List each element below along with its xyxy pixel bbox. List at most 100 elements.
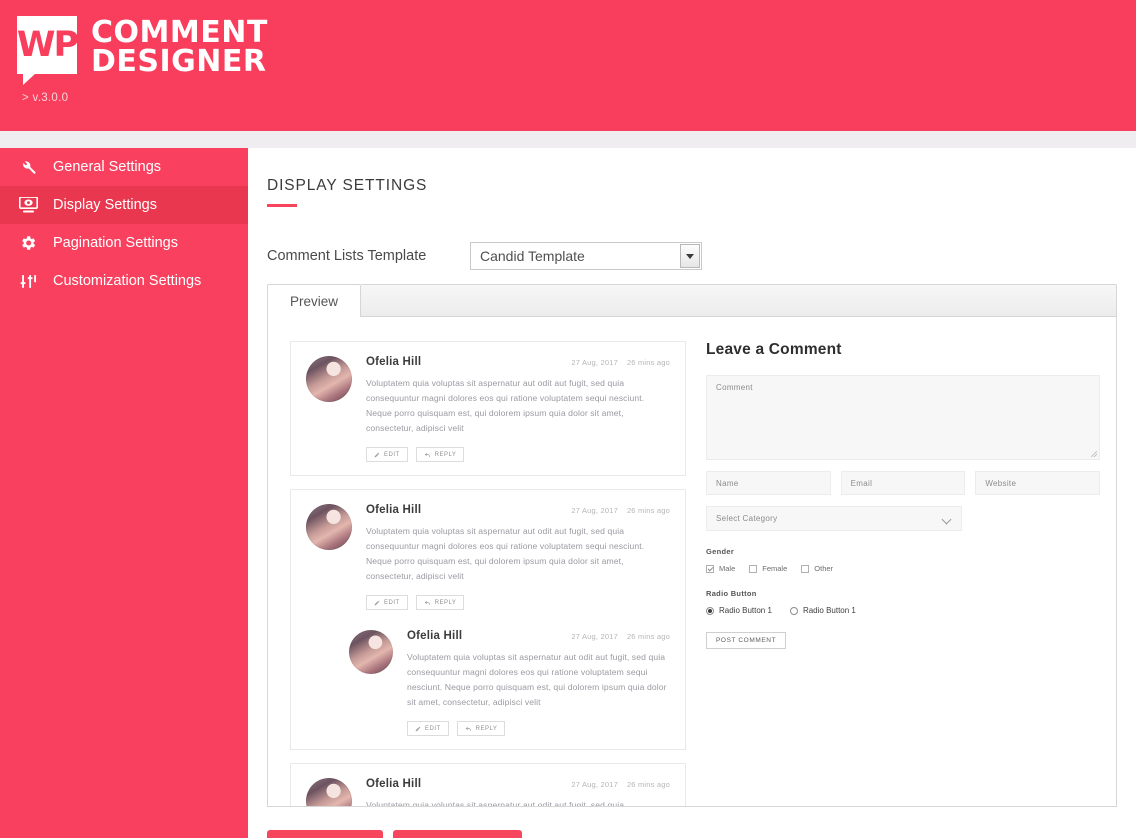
template-select-row: Comment Lists Template Candid Template bbox=[267, 242, 1136, 270]
sidebar-nav: General Settings Display Settings Pagina… bbox=[0, 148, 248, 838]
main-content: DISPLAY SETTINGS Comment Lists Template … bbox=[248, 148, 1136, 838]
gender-option-female[interactable]: Female bbox=[749, 564, 787, 573]
pencil-icon bbox=[374, 600, 380, 606]
reply-label: REPLY bbox=[434, 599, 457, 606]
post-comment-button[interactable]: POST COMMENT bbox=[706, 632, 787, 649]
comment-author: Ofelia Hill bbox=[366, 504, 422, 517]
footer-actions: Save Options Restore Default bbox=[267, 830, 1136, 838]
app-root: WP COMMENT DESIGNER > v.3.0.0 General Se… bbox=[0, 0, 1136, 838]
radio-group-label: Radio Button bbox=[706, 589, 757, 598]
comment-list: Ofelia Hill 27 Aug, 2017 26 mins ago Vol… bbox=[268, 341, 686, 806]
email-input[interactable]: Email bbox=[840, 471, 966, 495]
edit-label: EDIT bbox=[384, 599, 400, 606]
name-input[interactable]: Name bbox=[706, 471, 831, 495]
sidebar-item-customization-settings[interactable]: Customization Settings bbox=[0, 262, 248, 300]
preview-tabstrip: Preview bbox=[267, 284, 1117, 317]
brand-header: WP COMMENT DESIGNER > v.3.0.0 bbox=[0, 0, 1136, 131]
comment-author: Ofelia Hill bbox=[366, 356, 422, 368]
wp-logo-mark: WP bbox=[16, 16, 79, 85]
comment-item: Ofelia Hill 27 Aug, 2017 26 mins ago Vol… bbox=[290, 341, 686, 477]
website-input[interactable]: Website bbox=[975, 471, 1101, 495]
pencil-icon bbox=[374, 452, 380, 458]
comment-reply-item: Ofelia Hill 27 Aug, 2017 26 mins ago Vol… bbox=[349, 630, 670, 737]
comment-date: 27 Aug, 2017 bbox=[571, 780, 618, 790]
radio-option-2[interactable]: Radio Button 1 bbox=[789, 606, 856, 615]
sidebar-item-display-settings[interactable]: Display Settings bbox=[0, 186, 248, 224]
comment-textarea[interactable]: Comment bbox=[706, 375, 1100, 460]
gender-option-label: Male bbox=[719, 564, 736, 573]
avatar bbox=[349, 630, 393, 675]
reply-arrow-icon bbox=[465, 726, 472, 732]
comment-lists-template-select[interactable]: Candid Template bbox=[470, 242, 702, 270]
save-options-button[interactable]: Save Options bbox=[267, 830, 384, 838]
identity-fields: Name Email Website bbox=[706, 471, 1101, 495]
radio-icon[interactable] bbox=[706, 606, 714, 615]
restore-default-button[interactable]: Restore Default bbox=[393, 830, 523, 838]
checkbox-icon[interactable] bbox=[749, 564, 758, 573]
sidebar-item-label: Customization Settings bbox=[53, 273, 202, 289]
checkbox-icon[interactable] bbox=[706, 564, 714, 573]
reply-button[interactable]: REPLY bbox=[415, 595, 465, 611]
edit-label: EDIT bbox=[425, 725, 441, 732]
sidebar-item-general-settings[interactable]: General Settings bbox=[0, 148, 248, 186]
reply-button[interactable]: REPLY bbox=[456, 721, 506, 737]
reply-label: REPLY bbox=[475, 725, 498, 732]
title-underline bbox=[267, 204, 297, 207]
edit-button[interactable]: EDIT bbox=[366, 595, 408, 611]
sidebar-item-label: Display Settings bbox=[53, 197, 157, 213]
display-icon bbox=[17, 196, 39, 214]
avatar bbox=[306, 504, 352, 551]
comment-meta: 27 Aug, 2017 26 mins ago bbox=[571, 506, 670, 515]
avatar bbox=[306, 778, 352, 806]
wp-logo-text: WP bbox=[16, 24, 79, 65]
edit-button[interactable]: EDIT bbox=[407, 721, 449, 737]
chevron-down-icon[interactable] bbox=[680, 244, 700, 268]
pencil-icon bbox=[415, 726, 421, 732]
avatar bbox=[306, 356, 352, 402]
gender-option-label: Female bbox=[762, 564, 788, 573]
category-select[interactable]: Select Category bbox=[706, 506, 962, 531]
reply-button[interactable]: REPLY bbox=[415, 447, 465, 463]
comment-date: 27 Aug, 2017 bbox=[571, 358, 618, 367]
comment-ago: 26 mins ago bbox=[626, 632, 670, 642]
tab-label: Preview bbox=[290, 293, 339, 309]
header-divider-band bbox=[0, 131, 1136, 148]
wrench-icon bbox=[17, 158, 39, 176]
comment-meta: 27 Aug, 2017 26 mins ago bbox=[571, 632, 670, 641]
body-wrapper: General Settings Display Settings Pagina… bbox=[0, 148, 1136, 838]
category-value: Select Category bbox=[716, 514, 778, 523]
website-placeholder: Website bbox=[985, 478, 1017, 488]
edit-button[interactable]: EDIT bbox=[366, 447, 408, 463]
tab-preview[interactable]: Preview bbox=[267, 284, 362, 317]
name-placeholder: Name bbox=[716, 478, 739, 488]
version-label: > v.3.0.0 bbox=[22, 92, 69, 104]
radio-options: Radio Button 1 Radio Button 1 bbox=[706, 606, 1100, 615]
comment-ago: 26 mins ago bbox=[626, 506, 670, 516]
preview-panel: Ofelia Hill 27 Aug, 2017 26 mins ago Vol… bbox=[267, 317, 1117, 807]
comment-text: Voluptatem quia voluptas sit aspernatur … bbox=[366, 800, 625, 807]
comment-actions: EDIT REPLY bbox=[366, 447, 670, 463]
radio-icon[interactable] bbox=[789, 606, 798, 615]
comment-ago: 26 mins ago bbox=[626, 358, 670, 367]
comment-meta: 27 Aug, 2017 26 mins ago bbox=[571, 780, 670, 789]
edit-label: EDIT bbox=[384, 451, 400, 458]
comment-placeholder: Comment bbox=[716, 383, 753, 392]
tabstrip-filler bbox=[361, 284, 1117, 317]
gender-option-male[interactable]: Male bbox=[706, 564, 735, 573]
comment-author: Ofelia Hill bbox=[366, 778, 422, 791]
reply-arrow-icon bbox=[424, 600, 431, 606]
checkbox-icon[interactable] bbox=[801, 564, 810, 573]
sidebar-item-label: Pagination Settings bbox=[53, 235, 178, 251]
gender-option-other[interactable]: Other bbox=[801, 564, 833, 573]
sliders-icon bbox=[17, 272, 39, 290]
comment-form: Leave a Comment Comment Name Email Websi… bbox=[686, 341, 1116, 806]
reply-label: REPLY bbox=[434, 451, 457, 458]
form-title: Leave a Comment bbox=[706, 341, 842, 358]
radio-option-1[interactable]: Radio Button 1 bbox=[706, 606, 772, 615]
comment-item: Ofelia Hill 27 Aug, 2017 26 mins ago Vol… bbox=[290, 763, 686, 807]
page-title: DISPLAY SETTINGS bbox=[267, 177, 428, 194]
sidebar-item-label: General Settings bbox=[53, 159, 162, 175]
sidebar-item-pagination-settings[interactable]: Pagination Settings bbox=[0, 224, 248, 262]
brand-line-2: DESIGNER bbox=[91, 44, 267, 80]
reply-arrow-icon bbox=[424, 452, 431, 458]
